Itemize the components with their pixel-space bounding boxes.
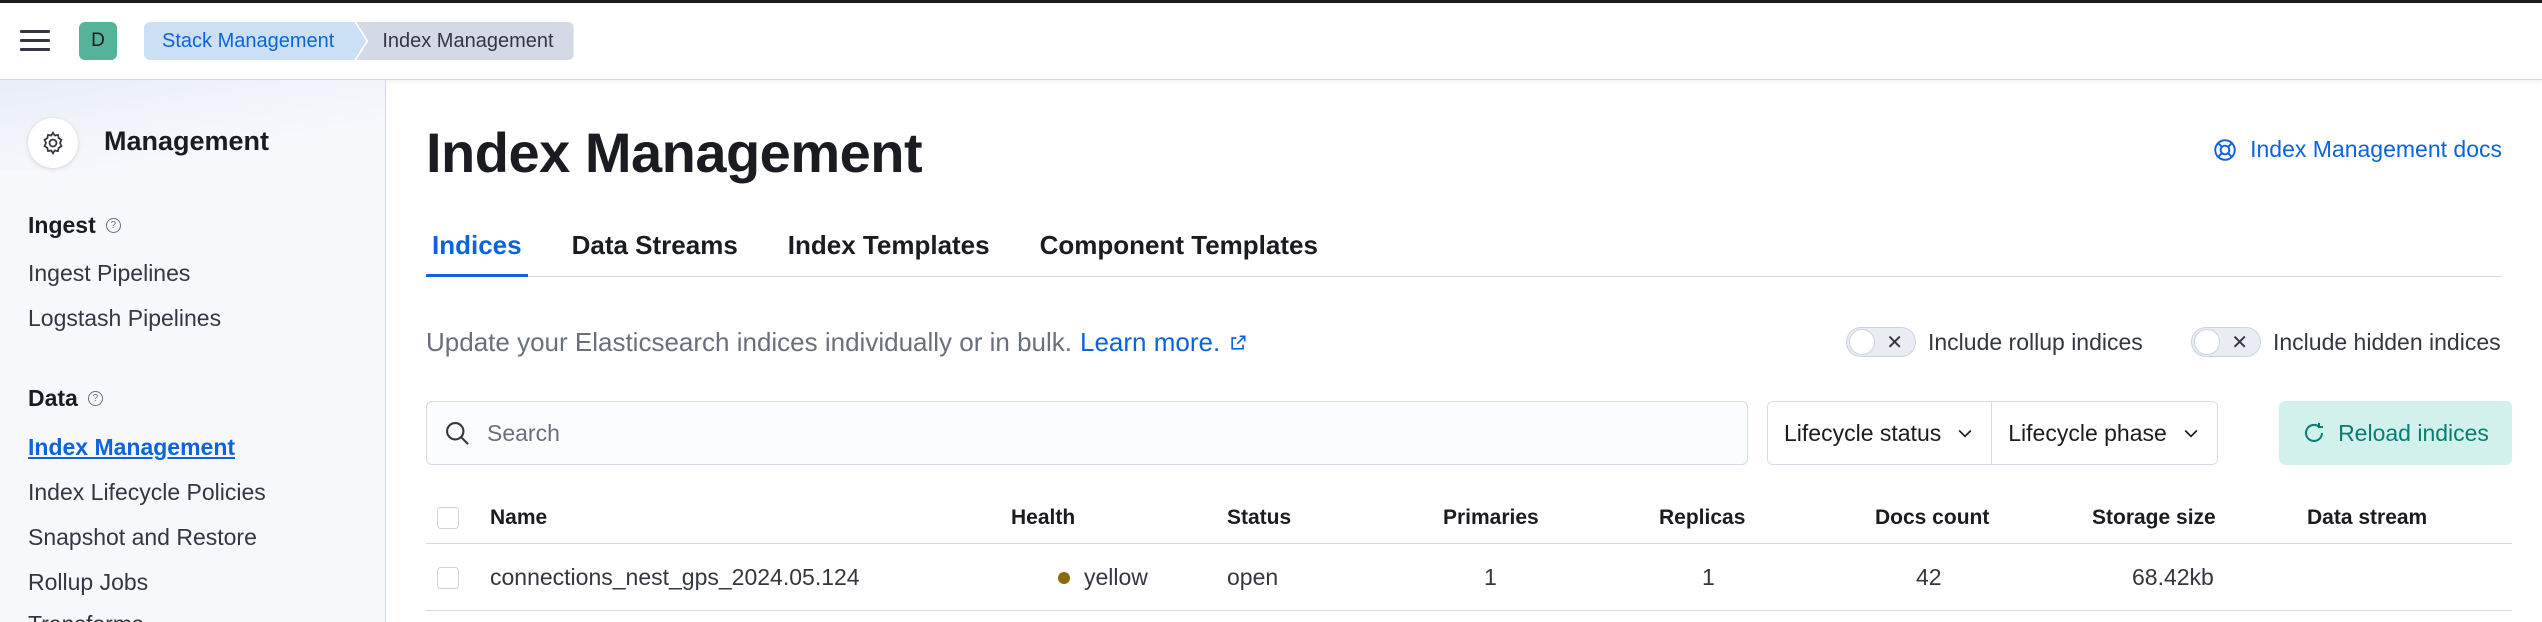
sidebar-item-logstash-pipelines[interactable]: Logstash Pipelines [28,305,221,332]
column-header-replicas[interactable]: Replicas [1659,493,1745,543]
chevron-down-icon [2184,429,2198,438]
help-icon[interactable]: ? [87,391,103,406]
select-all-checkbox[interactable] [437,507,459,529]
lifecycle-phase-filter[interactable]: Lifecycle phase [1991,402,2217,464]
tab-component-templates[interactable]: Component Templates [1034,230,1324,277]
refresh-icon [2305,423,2324,442]
tab-index-templates[interactable]: Index Templates [782,230,996,277]
tab-bar: Indices Data Streams Index Templates Com… [426,230,2502,277]
reload-indices-button[interactable]: Reload indices [2279,401,2512,465]
include-rollup-switch[interactable]: ✕ [1846,327,1916,357]
hidden-toggle-row: ✕ Include hidden indices [2191,327,2501,357]
tab-data-streams[interactable]: Data Streams [566,230,744,277]
status-cell: open [1227,564,1279,590]
column-header-data-stream[interactable]: Data stream [2307,493,2427,543]
search-box [426,401,1748,465]
close-icon: ✕ [1886,332,1903,354]
gear-icon [28,118,78,168]
row-checkbox[interactable] [437,566,459,589]
sidebar-section-ingest: Ingest? [28,212,121,239]
top-header: D Stack Management Index Management [0,0,2542,80]
sidebar-item-ingest-pipelines[interactable]: Ingest Pipelines [28,260,190,287]
sidebar-item-index-lifecycle-policies[interactable]: Index Lifecycle Policies [28,479,266,506]
sidebar: Management Ingest? Ingest Pipelines Logs… [0,80,386,622]
sidebar-item-snapshot-restore[interactable]: Snapshot and Restore [28,524,257,551]
search-icon [446,422,469,445]
column-header-storage-size[interactable]: Storage size [2092,493,2216,543]
search-input[interactable] [487,419,1687,447]
sidebar-item-index-management[interactable]: Index Management [28,434,235,461]
sidebar-item-rollup-jobs[interactable]: Rollup Jobs [28,569,148,596]
page-description: Update your Elasticsearch indices indivi… [426,327,1248,358]
column-header-docs-count[interactable]: Docs count [1875,493,1989,543]
chevron-down-icon [1958,429,1972,438]
rollup-toggle-row: ✕ Include rollup indices [1846,327,2143,357]
lifecycle-status-filter[interactable]: Lifecycle status [1768,402,1992,464]
sidebar-title: Management [104,126,270,156]
filter-group: Lifecycle status Lifecycle phase [1767,401,2218,465]
tab-indices[interactable]: Indices [426,230,528,277]
column-header-health[interactable]: Health [1011,493,1075,543]
replicas-cell: 1 [1702,564,1715,590]
sidebar-section-data: Data? [28,385,103,412]
breadcrumb-stack-management[interactable]: Stack Management [144,22,366,60]
menu-icon[interactable] [20,30,50,52]
learn-more-link[interactable]: Learn more. [1080,327,1248,358]
space-avatar[interactable]: D [79,22,117,60]
column-header-primaries[interactable]: Primaries [1443,493,1539,543]
main-content: Index Management Index Management docs I… [386,80,2542,622]
help-icon[interactable]: ? [105,218,121,233]
primaries-cell: 1 [1484,564,1497,590]
breadcrumb-index-management: Index Management [356,22,574,60]
health-cell: yellow [1058,545,1148,610]
close-icon: ✕ [2231,332,2248,354]
column-header-name[interactable]: Name [490,493,547,543]
page-title: Index Management [426,121,923,184]
docs-link[interactable]: Index Management docs [2212,136,2502,163]
column-header-status[interactable]: Status [1227,493,1291,543]
external-link-icon [1231,335,1246,350]
table-header: Name Health Status Primaries Replicas Do… [426,493,2512,544]
health-dot-icon [1058,571,1070,584]
sidebar-item-transforms[interactable]: Transforms [28,611,143,622]
index-name-link[interactable]: connections_nest_gps_2024.05.124 [490,545,860,610]
include-hidden-switch[interactable]: ✕ [2191,327,2261,357]
help-lifebuoy-icon [2214,138,2236,161]
table-row: connections_nest_gps_2024.05.124 yellow … [426,545,2512,611]
storage-size-cell: 68.42kb [2132,564,2214,590]
breadcrumb: Stack Management Index Management [144,22,574,60]
docs-count-cell: 42 [1916,564,1942,590]
